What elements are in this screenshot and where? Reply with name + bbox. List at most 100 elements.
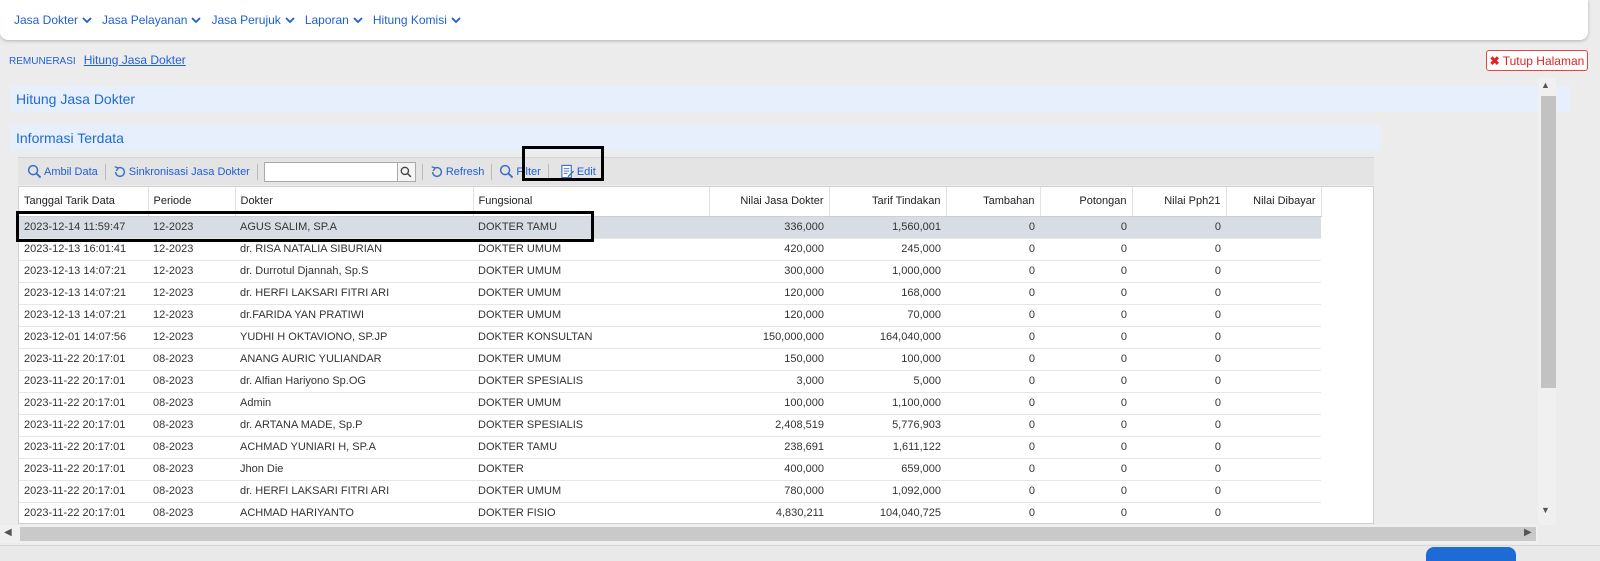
table-row[interactable]: 2023-12-13 16:01:41 12-2023 dr. RISA NATAL… xyxy=(19,238,1321,261)
table-cell: 0 xyxy=(1040,282,1132,305)
bottom-action-tab[interactable] xyxy=(1426,547,1516,561)
table-row[interactable]: 2023-11-22 20:17:01 08-2023 dr. Alfian Har… xyxy=(19,370,1321,393)
nav-laporan[interactable]: Laporan xyxy=(305,13,363,27)
search-input[interactable] xyxy=(263,161,398,182)
column-header[interactable]: Nilai Dibayar xyxy=(1226,187,1322,217)
nav-hitung-komisi[interactable]: Hitung Komisi xyxy=(373,13,461,27)
jasa-dokter-table: Tanggal Tarik Data Periode Dokter Fungsi… xyxy=(19,187,1322,523)
table-cell: DOKTER UMUM xyxy=(473,238,709,261)
search-icon xyxy=(27,164,42,179)
scroll-up-icon[interactable]: ▲ xyxy=(1541,80,1550,90)
table-cell: 2023-12-13 16:01:41 xyxy=(19,238,148,261)
sync-icon xyxy=(114,165,125,177)
table-cell: 12-2023 xyxy=(148,282,235,305)
table-cell: dr. ARTANA MADE, Sp.P xyxy=(235,414,473,437)
table-row[interactable]: 2023-11-22 20:17:01 08-2023 Jhon Die DOKTER… xyxy=(19,458,1321,481)
table-cell xyxy=(1226,282,1321,305)
column-header[interactable]: Tanggal Tarik Data xyxy=(19,187,149,217)
table-cell: 0 xyxy=(1132,392,1226,415)
table-cell: DOKTER KONSULTAN xyxy=(473,326,709,349)
nav-jasa-pelayanan[interactable]: Jasa Pelayanan xyxy=(102,13,202,27)
table-cell: 245,000 xyxy=(829,238,946,261)
table-cell: dr. HERFI LAKSARI FITRI ARI xyxy=(235,282,473,305)
nav-label: Jasa Pelayanan xyxy=(102,13,188,27)
table-cell: 12-2023 xyxy=(148,238,235,261)
table-row[interactable]: 2023-12-01 14:07:56 12-2023 YUDHI H OKTAVI… xyxy=(19,326,1321,349)
table-cell xyxy=(1226,348,1321,371)
table-row[interactable]: 2023-12-14 11:59:47 12-2023 AGUS SALIM, SP… xyxy=(19,216,1321,239)
table-cell: 400,000 xyxy=(709,458,829,481)
edit-button[interactable]: Edit xyxy=(556,164,600,179)
table-cell: 0 xyxy=(1132,216,1226,239)
table-cell: 120,000 xyxy=(709,304,829,327)
table-cell: Admin xyxy=(235,392,473,415)
table-cell: 120,000 xyxy=(709,282,829,305)
table-cell: 0 xyxy=(946,326,1040,349)
table-cell: 08-2023 xyxy=(148,414,235,437)
edit-label: Edit xyxy=(576,165,596,178)
table-cell: 12-2023 xyxy=(148,326,235,349)
table-cell: 0 xyxy=(946,436,1040,459)
vertical-scroll-thumb[interactable] xyxy=(1541,96,1556,388)
column-header[interactable]: Tambahan xyxy=(946,187,1041,217)
table-cell: 4,830,211 xyxy=(709,502,829,523)
bottom-bar xyxy=(0,545,1600,561)
nav-jasa-perujuk[interactable]: Jasa Perujuk xyxy=(211,13,295,27)
table-cell: 08-2023 xyxy=(148,480,235,503)
nav-label: Jasa Dokter xyxy=(14,13,79,27)
breadcrumb-current[interactable]: Hitung Jasa Dokter xyxy=(84,53,186,67)
search-submit-button[interactable] xyxy=(397,161,416,182)
close-page-button[interactable]: ✖ Tutup Halaman xyxy=(1486,50,1588,71)
column-header[interactable]: Nilai Jasa Dokter xyxy=(709,187,830,217)
table-cell: 1,611,122 xyxy=(829,436,946,459)
table-cell: 2023-12-14 11:59:47 xyxy=(19,216,148,239)
table-cell: 150,000 xyxy=(709,348,829,371)
nav-jasa-dokter[interactable]: Jasa Dokter xyxy=(14,13,92,27)
ambil-data-label: Ambil Data xyxy=(44,165,98,178)
table-cell xyxy=(1226,502,1321,523)
column-header[interactable]: Potongan xyxy=(1040,187,1133,217)
close-page-label: Tutup Halaman xyxy=(1502,53,1585,68)
toolbar-divider xyxy=(547,163,549,180)
table-cell: 104,040,725 xyxy=(829,502,946,523)
chevron-down-icon xyxy=(285,17,295,24)
table-row[interactable]: 2023-11-22 20:17:01 08-2023 ACHMAD HARIYAN… xyxy=(19,502,1321,523)
column-header[interactable]: Nilai Pph21 xyxy=(1132,187,1227,217)
table-cell: dr. Alfian Hariyono Sp.OG xyxy=(235,370,473,393)
table-row[interactable]: 2023-12-13 14:07:21 12-2023 dr. HERFI LAKS… xyxy=(19,282,1321,305)
horizontal-scroll-thumb[interactable] xyxy=(20,527,1536,541)
table-cell xyxy=(1226,326,1321,349)
table-row[interactable]: 2023-12-13 14:07:21 12-2023 dr.FARIDA YAN … xyxy=(19,304,1321,327)
table-row[interactable]: 2023-11-22 20:17:01 08-2023 dr. ARTANA MAD… xyxy=(19,414,1321,437)
sinkronisasi-button[interactable]: Sinkronisasi Jasa Dokter xyxy=(109,165,254,179)
table-cell: 2023-11-22 20:17:01 xyxy=(19,370,148,393)
table-cell: 0 xyxy=(1132,304,1226,327)
table-cell: 164,040,000 xyxy=(829,326,946,349)
table-row[interactable]: 2023-11-22 20:17:01 08-2023 dr. HERFI LAKS… xyxy=(19,480,1321,503)
table-row[interactable]: 2023-11-22 20:17:01 08-2023 ANANG AURIC YU… xyxy=(19,348,1321,371)
panel-title-informasi: Informasi Terdata xyxy=(10,125,1380,151)
column-header[interactable]: Fungsional xyxy=(473,187,710,217)
table-cell: 0 xyxy=(1132,348,1226,371)
ambil-data-button[interactable]: Ambil Data xyxy=(23,164,102,179)
table-cell: 2023-11-22 20:17:01 xyxy=(19,502,148,523)
breadcrumb-root[interactable]: REMUNERASI xyxy=(9,56,76,67)
table-cell: 0 xyxy=(1040,304,1132,327)
refresh-button[interactable]: Refresh xyxy=(426,165,489,179)
column-header[interactable]: Tarif Tindakan xyxy=(829,187,947,217)
scroll-right-icon[interactable]: ▶ xyxy=(1524,527,1532,538)
filter-button[interactable]: Filter xyxy=(495,164,544,179)
column-header[interactable]: Dokter xyxy=(235,187,474,217)
scroll-left-icon[interactable]: ◀ xyxy=(4,527,12,538)
column-header[interactable]: Periode xyxy=(148,187,236,217)
table-row[interactable]: 2023-11-22 20:17:01 08-2023 Admin DOKTER UM… xyxy=(19,392,1321,415)
refresh-icon xyxy=(431,165,442,177)
table-cell: 2023-12-01 14:07:56 xyxy=(19,326,148,349)
table-cell: 300,000 xyxy=(709,260,829,283)
table-cell: DOKTER SPESIALIS xyxy=(473,414,709,437)
table-row[interactable]: 2023-11-22 20:17:01 08-2023 ACHMAD YUNIARI… xyxy=(19,436,1321,459)
table-row[interactable]: 2023-12-13 14:07:21 12-2023 dr. Durrotul D… xyxy=(19,260,1321,283)
table-cell: 0 xyxy=(1040,260,1132,283)
table-cell: DOKTER UMUM xyxy=(473,304,709,327)
scroll-down-icon[interactable]: ▼ xyxy=(1541,505,1550,515)
